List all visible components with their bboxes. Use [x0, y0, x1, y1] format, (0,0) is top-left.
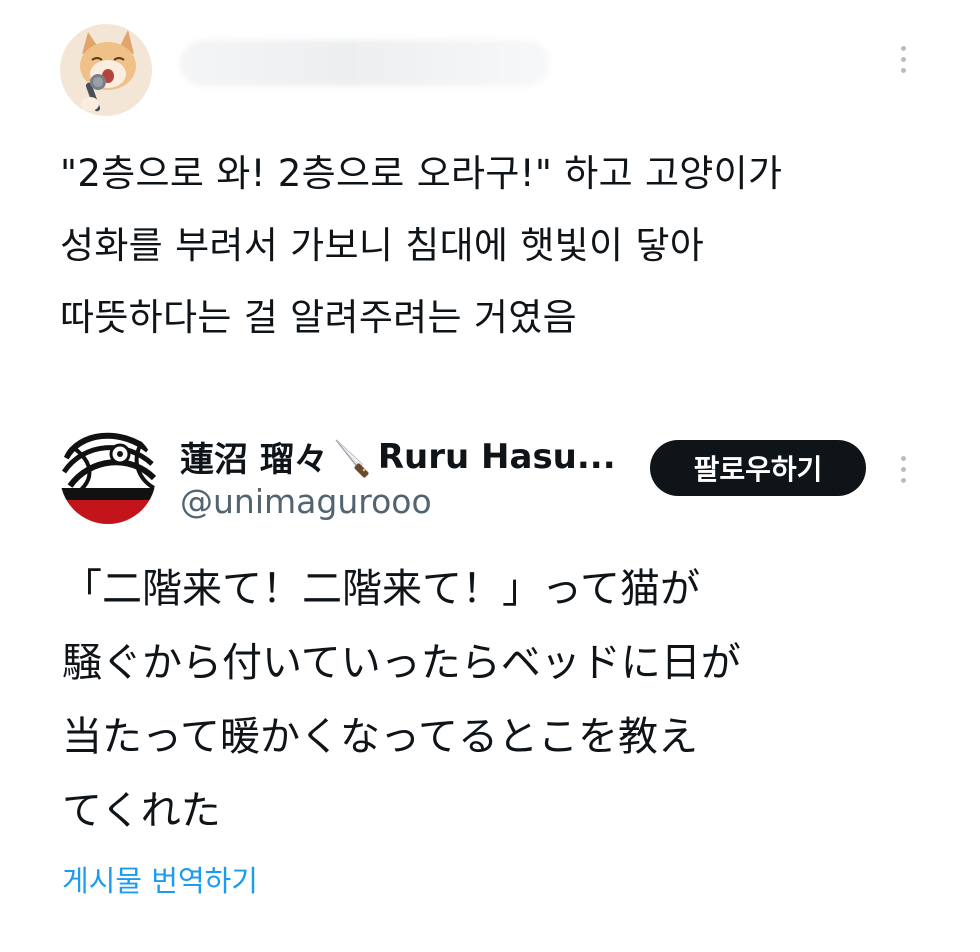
quoted-text-line: 当たって暖かくなってるとこを教え [62, 714, 698, 760]
spiral-hair-avatar-icon [60, 428, 156, 524]
cat-singing-avatar-icon [60, 24, 152, 116]
quoted-text-line: 「二階来て！二階来て！」って猫が [62, 566, 700, 612]
post-text: "2층으로 와! 2층으로 오라구!" 하고 고양이가 성화를 부려서 가보니 … [60, 138, 920, 354]
more-options-icon[interactable] [893, 46, 913, 73]
display-name-text: 蓮沼 瑠々 [180, 440, 328, 480]
post-text-line: 따뜻하다는 걸 알려주려는 거였음 [60, 296, 577, 339]
quoted-text-line: てくれた [62, 788, 221, 834]
display-name-suffix: Ruru Hasu... [377, 436, 616, 477]
quoted-text-line: 騒ぐから付いていったらベッドに日が [62, 640, 741, 686]
quoted-post-text: 「二階来て！二階来て！」って猫が 騒ぐから付いていったらベッドに日が 当たって暖… [62, 552, 922, 848]
user-avatar[interactable] [60, 24, 152, 116]
follow-button[interactable]: 팔로우하기 [650, 440, 866, 496]
translate-post-link[interactable]: 게시물 번역하기 [62, 858, 258, 900]
quoted-user-avatar[interactable] [60, 428, 156, 524]
post-text-line: "2층으로 와! 2층으로 오라구!" 하고 고양이가 [60, 152, 783, 195]
blurred-username [180, 40, 550, 86]
knife-icon [335, 439, 369, 477]
post-text-line: 성화를 부려서 가보니 침대에 햇빛이 닿아 [60, 224, 705, 267]
quoted-handle[interactable]: @unimagurooo [180, 482, 432, 521]
more-options-icon[interactable] [893, 456, 913, 483]
quoted-display-name[interactable]: 蓮沼 瑠々 Ruru Hasu... [180, 432, 616, 481]
